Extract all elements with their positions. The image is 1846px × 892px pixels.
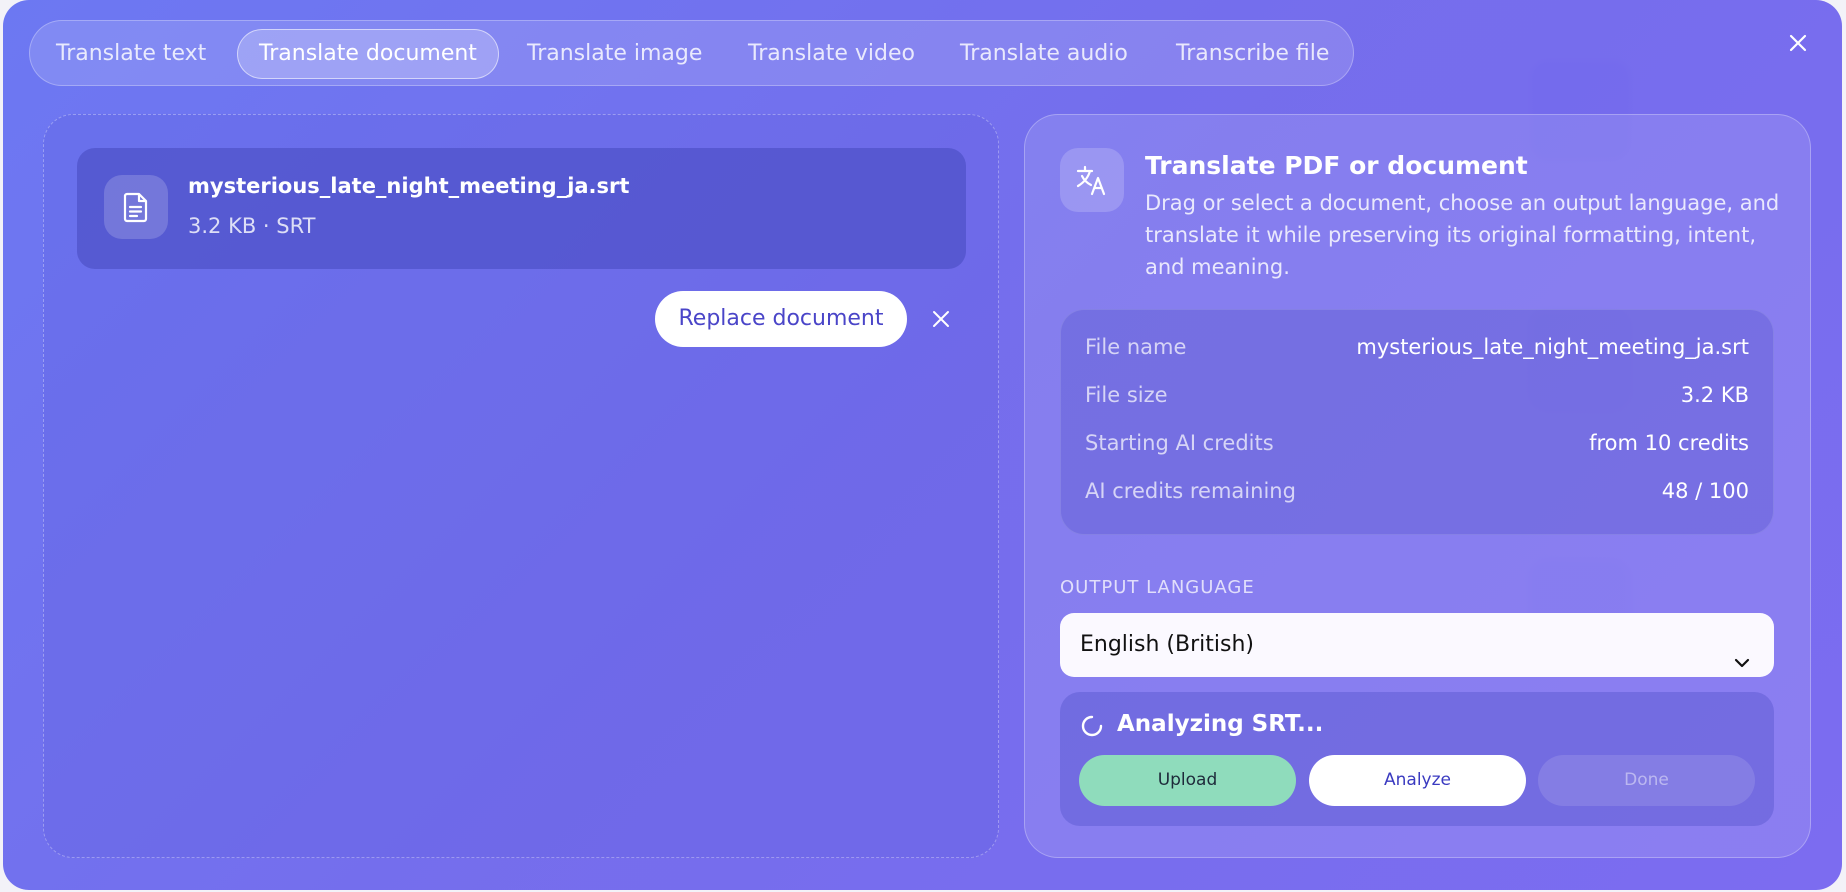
info-value: 48 / 100 — [1661, 479, 1749, 503]
file-name: mysterious_late_night_meeting_ja.srt — [188, 174, 630, 198]
translate-icon — [1060, 148, 1124, 212]
selected-language: English (British) — [1080, 632, 1254, 657]
analyze-step-button[interactable]: Analyze — [1309, 755, 1526, 806]
tab-translate-image[interactable]: Translate image — [527, 29, 702, 79]
tab-transcribe-file[interactable]: Transcribe file — [1176, 29, 1329, 79]
chevron-down-icon — [1732, 635, 1752, 668]
close-icon[interactable] — [1783, 28, 1813, 58]
tab-translate-audio[interactable]: Translate audio — [960, 29, 1128, 79]
info-row-starting-credits: Starting AI credits from 10 credits — [1085, 431, 1749, 461]
info-value: 3.2 KB — [1680, 383, 1749, 407]
spinner-icon — [1080, 714, 1104, 738]
tab-translate-document[interactable]: Translate document — [237, 29, 499, 79]
remove-file-icon[interactable] — [929, 307, 953, 331]
selected-file-card: mysterious_late_night_meeting_ja.srt 3.2… — [77, 148, 966, 269]
tab-translate-text[interactable]: Translate text — [56, 29, 206, 79]
upload-step-button[interactable]: Upload — [1079, 755, 1296, 806]
output-language-select[interactable]: English (British) — [1060, 613, 1774, 677]
document-dropzone[interactable]: mysterious_late_night_meeting_ja.srt 3.2… — [43, 114, 999, 858]
info-label: AI credits remaining — [1085, 479, 1296, 503]
panel-description: Drag or select a document, choose an out… — [1145, 191, 1780, 279]
translate-info-panel: Translate PDF or document Drag or select… — [1024, 114, 1811, 858]
tab-translate-video[interactable]: Translate video — [748, 29, 915, 79]
info-value: from 10 credits — [1589, 431, 1749, 455]
info-label: Starting AI credits — [1085, 431, 1274, 455]
info-row-file-size: File size 3.2 KB — [1085, 383, 1749, 413]
output-language-label: OUTPUT LANGUAGE — [1060, 577, 1255, 598]
done-step-button[interactable]: Done — [1538, 755, 1755, 806]
info-label: File size — [1085, 383, 1168, 407]
panel-title: Translate PDF or document — [1145, 151, 1528, 180]
file-info-box: File name mysterious_late_night_meeting_… — [1060, 309, 1774, 535]
info-label: File name — [1085, 335, 1187, 359]
analysis-status-box: Analyzing SRT... Upload Analyze Done — [1060, 692, 1774, 826]
info-row-credits-remaining: AI credits remaining 48 / 100 — [1085, 479, 1749, 509]
file-meta: 3.2 KB · SRT — [188, 214, 316, 238]
tab-bar: Translate text Translate document Transl… — [29, 20, 1354, 86]
info-row-file-name: File name mysterious_late_night_meeting_… — [1085, 335, 1749, 365]
replace-document-button[interactable]: Replace document — [655, 291, 907, 347]
info-value: mysterious_late_night_meeting_ja.srt — [1356, 335, 1749, 359]
translate-modal: Translate text Translate document Transl… — [3, 0, 1842, 890]
status-text: Analyzing SRT... — [1117, 711, 1324, 737]
document-icon — [104, 175, 168, 239]
